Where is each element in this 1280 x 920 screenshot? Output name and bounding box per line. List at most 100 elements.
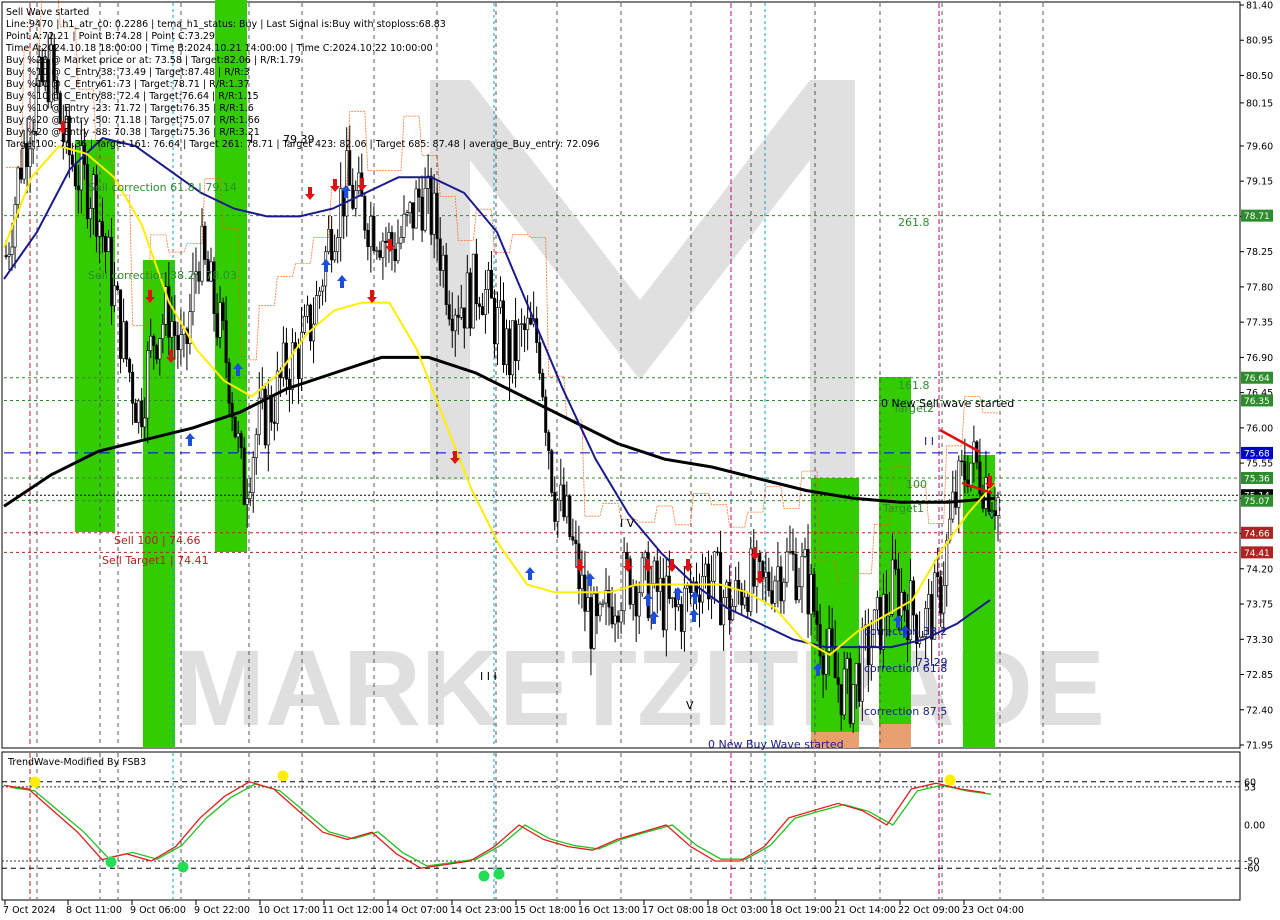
candle-body bbox=[782, 581, 786, 602]
candle-body bbox=[498, 300, 502, 308]
candle-body bbox=[809, 574, 813, 615]
y-tick-label: 72.85 bbox=[1246, 670, 1273, 681]
candle-body bbox=[556, 499, 560, 522]
candle-body bbox=[152, 335, 156, 346]
candle-body bbox=[529, 317, 533, 325]
candle-body bbox=[393, 248, 397, 262]
candle-body bbox=[942, 585, 946, 614]
candle-body bbox=[266, 394, 270, 446]
candle-body bbox=[679, 604, 683, 632]
candle-body bbox=[236, 433, 240, 438]
candle-body bbox=[179, 334, 183, 350]
osc-signal-dot bbox=[277, 770, 289, 782]
level-100-label: 100 bbox=[906, 478, 927, 491]
candle-body bbox=[104, 236, 108, 252]
candle-body bbox=[643, 552, 647, 559]
candle-body bbox=[936, 572, 940, 578]
candle-body bbox=[107, 237, 111, 252]
candle-body bbox=[137, 400, 141, 423]
candle-body bbox=[88, 208, 92, 219]
new-sell-wave-label: 0 New Sell wave started bbox=[881, 397, 1014, 410]
candle-body bbox=[203, 225, 207, 260]
y-tick-label: 80.15 bbox=[1246, 98, 1273, 109]
candle-body bbox=[803, 549, 807, 557]
candle-body bbox=[441, 254, 445, 271]
candle-body bbox=[613, 615, 617, 625]
candle-body bbox=[378, 250, 382, 258]
candle-body bbox=[884, 594, 888, 617]
candle-body bbox=[764, 571, 768, 578]
osc-level-label: 53 bbox=[1244, 782, 1256, 793]
x-tick-label: 11 Oct 12:00 bbox=[322, 905, 384, 916]
candle-body bbox=[315, 295, 319, 325]
candle-body bbox=[794, 554, 798, 601]
candle-body bbox=[806, 549, 810, 615]
osc-level-label: 0.00 bbox=[1244, 821, 1265, 832]
candle-body bbox=[290, 342, 294, 390]
price-tag-label: 76.64 bbox=[1244, 374, 1270, 384]
candle-body bbox=[719, 552, 723, 626]
info-line: Buy %20 @ Market price or at: 73.58 | Ta… bbox=[6, 55, 301, 66]
candle-body bbox=[682, 587, 686, 632]
candle-body bbox=[384, 240, 388, 243]
correction-382-label: correction 38.2 bbox=[864, 625, 947, 638]
candle-body bbox=[954, 491, 958, 508]
candle-body bbox=[405, 212, 409, 215]
candle-body bbox=[580, 574, 584, 590]
candle-body bbox=[155, 345, 159, 360]
candle-body bbox=[785, 551, 789, 583]
candle-body bbox=[574, 539, 578, 545]
candle-body bbox=[351, 184, 355, 209]
candle-body bbox=[122, 321, 126, 359]
candle-body bbox=[435, 192, 439, 240]
candle-body bbox=[146, 350, 150, 419]
candle-body bbox=[251, 457, 255, 493]
y-tick-label: 77.35 bbox=[1246, 318, 1273, 329]
candle-body bbox=[399, 237, 403, 244]
candle-body bbox=[544, 396, 548, 433]
osc-signal-dot bbox=[177, 861, 189, 873]
candle-body bbox=[423, 188, 427, 231]
candle-body bbox=[815, 610, 819, 626]
candle-body bbox=[857, 663, 861, 702]
candle-body bbox=[447, 304, 451, 320]
y-tick-label: 77.80 bbox=[1246, 282, 1273, 293]
candle-body bbox=[396, 242, 400, 262]
candle-body bbox=[480, 306, 484, 315]
candle-body bbox=[631, 586, 635, 605]
info-line: Line:9470 | h1_atr_c0: 0.2286 | tema_h1_… bbox=[6, 19, 446, 30]
candle-body bbox=[375, 250, 379, 252]
candle-body bbox=[73, 164, 77, 187]
candle-body bbox=[541, 372, 545, 398]
price-tag-label: 74.66 bbox=[1244, 529, 1270, 539]
candle-body bbox=[28, 148, 32, 167]
candle-body bbox=[134, 402, 138, 423]
candle-body bbox=[517, 324, 521, 361]
candle-body bbox=[640, 557, 644, 594]
candle-body bbox=[333, 251, 337, 261]
candle-body bbox=[330, 229, 334, 261]
osc-signal-dot bbox=[478, 870, 490, 882]
candle-body bbox=[327, 229, 331, 253]
y-tick-label: 78.25 bbox=[1246, 247, 1273, 258]
candle-body bbox=[963, 461, 967, 481]
candle-body bbox=[523, 323, 527, 331]
wave-i-label: I bbox=[250, 133, 253, 146]
candle-body bbox=[743, 596, 747, 606]
candle-body bbox=[505, 328, 509, 365]
candle-body bbox=[459, 307, 463, 318]
candle-body bbox=[224, 320, 228, 363]
candle-body bbox=[173, 321, 177, 336]
y-tick-label: 80.50 bbox=[1246, 71, 1273, 82]
wave-v2-label: V bbox=[988, 509, 996, 522]
y-tick-label: 73.75 bbox=[1246, 600, 1273, 611]
candle-body bbox=[634, 586, 638, 617]
candle-body bbox=[655, 560, 659, 592]
candle-body bbox=[571, 536, 575, 541]
candle-body bbox=[242, 447, 246, 505]
candle-body bbox=[158, 338, 162, 360]
wave-iv-label: I V bbox=[620, 517, 635, 530]
candle-body bbox=[749, 548, 753, 612]
candle-body bbox=[417, 188, 421, 198]
candle-body bbox=[245, 498, 249, 505]
